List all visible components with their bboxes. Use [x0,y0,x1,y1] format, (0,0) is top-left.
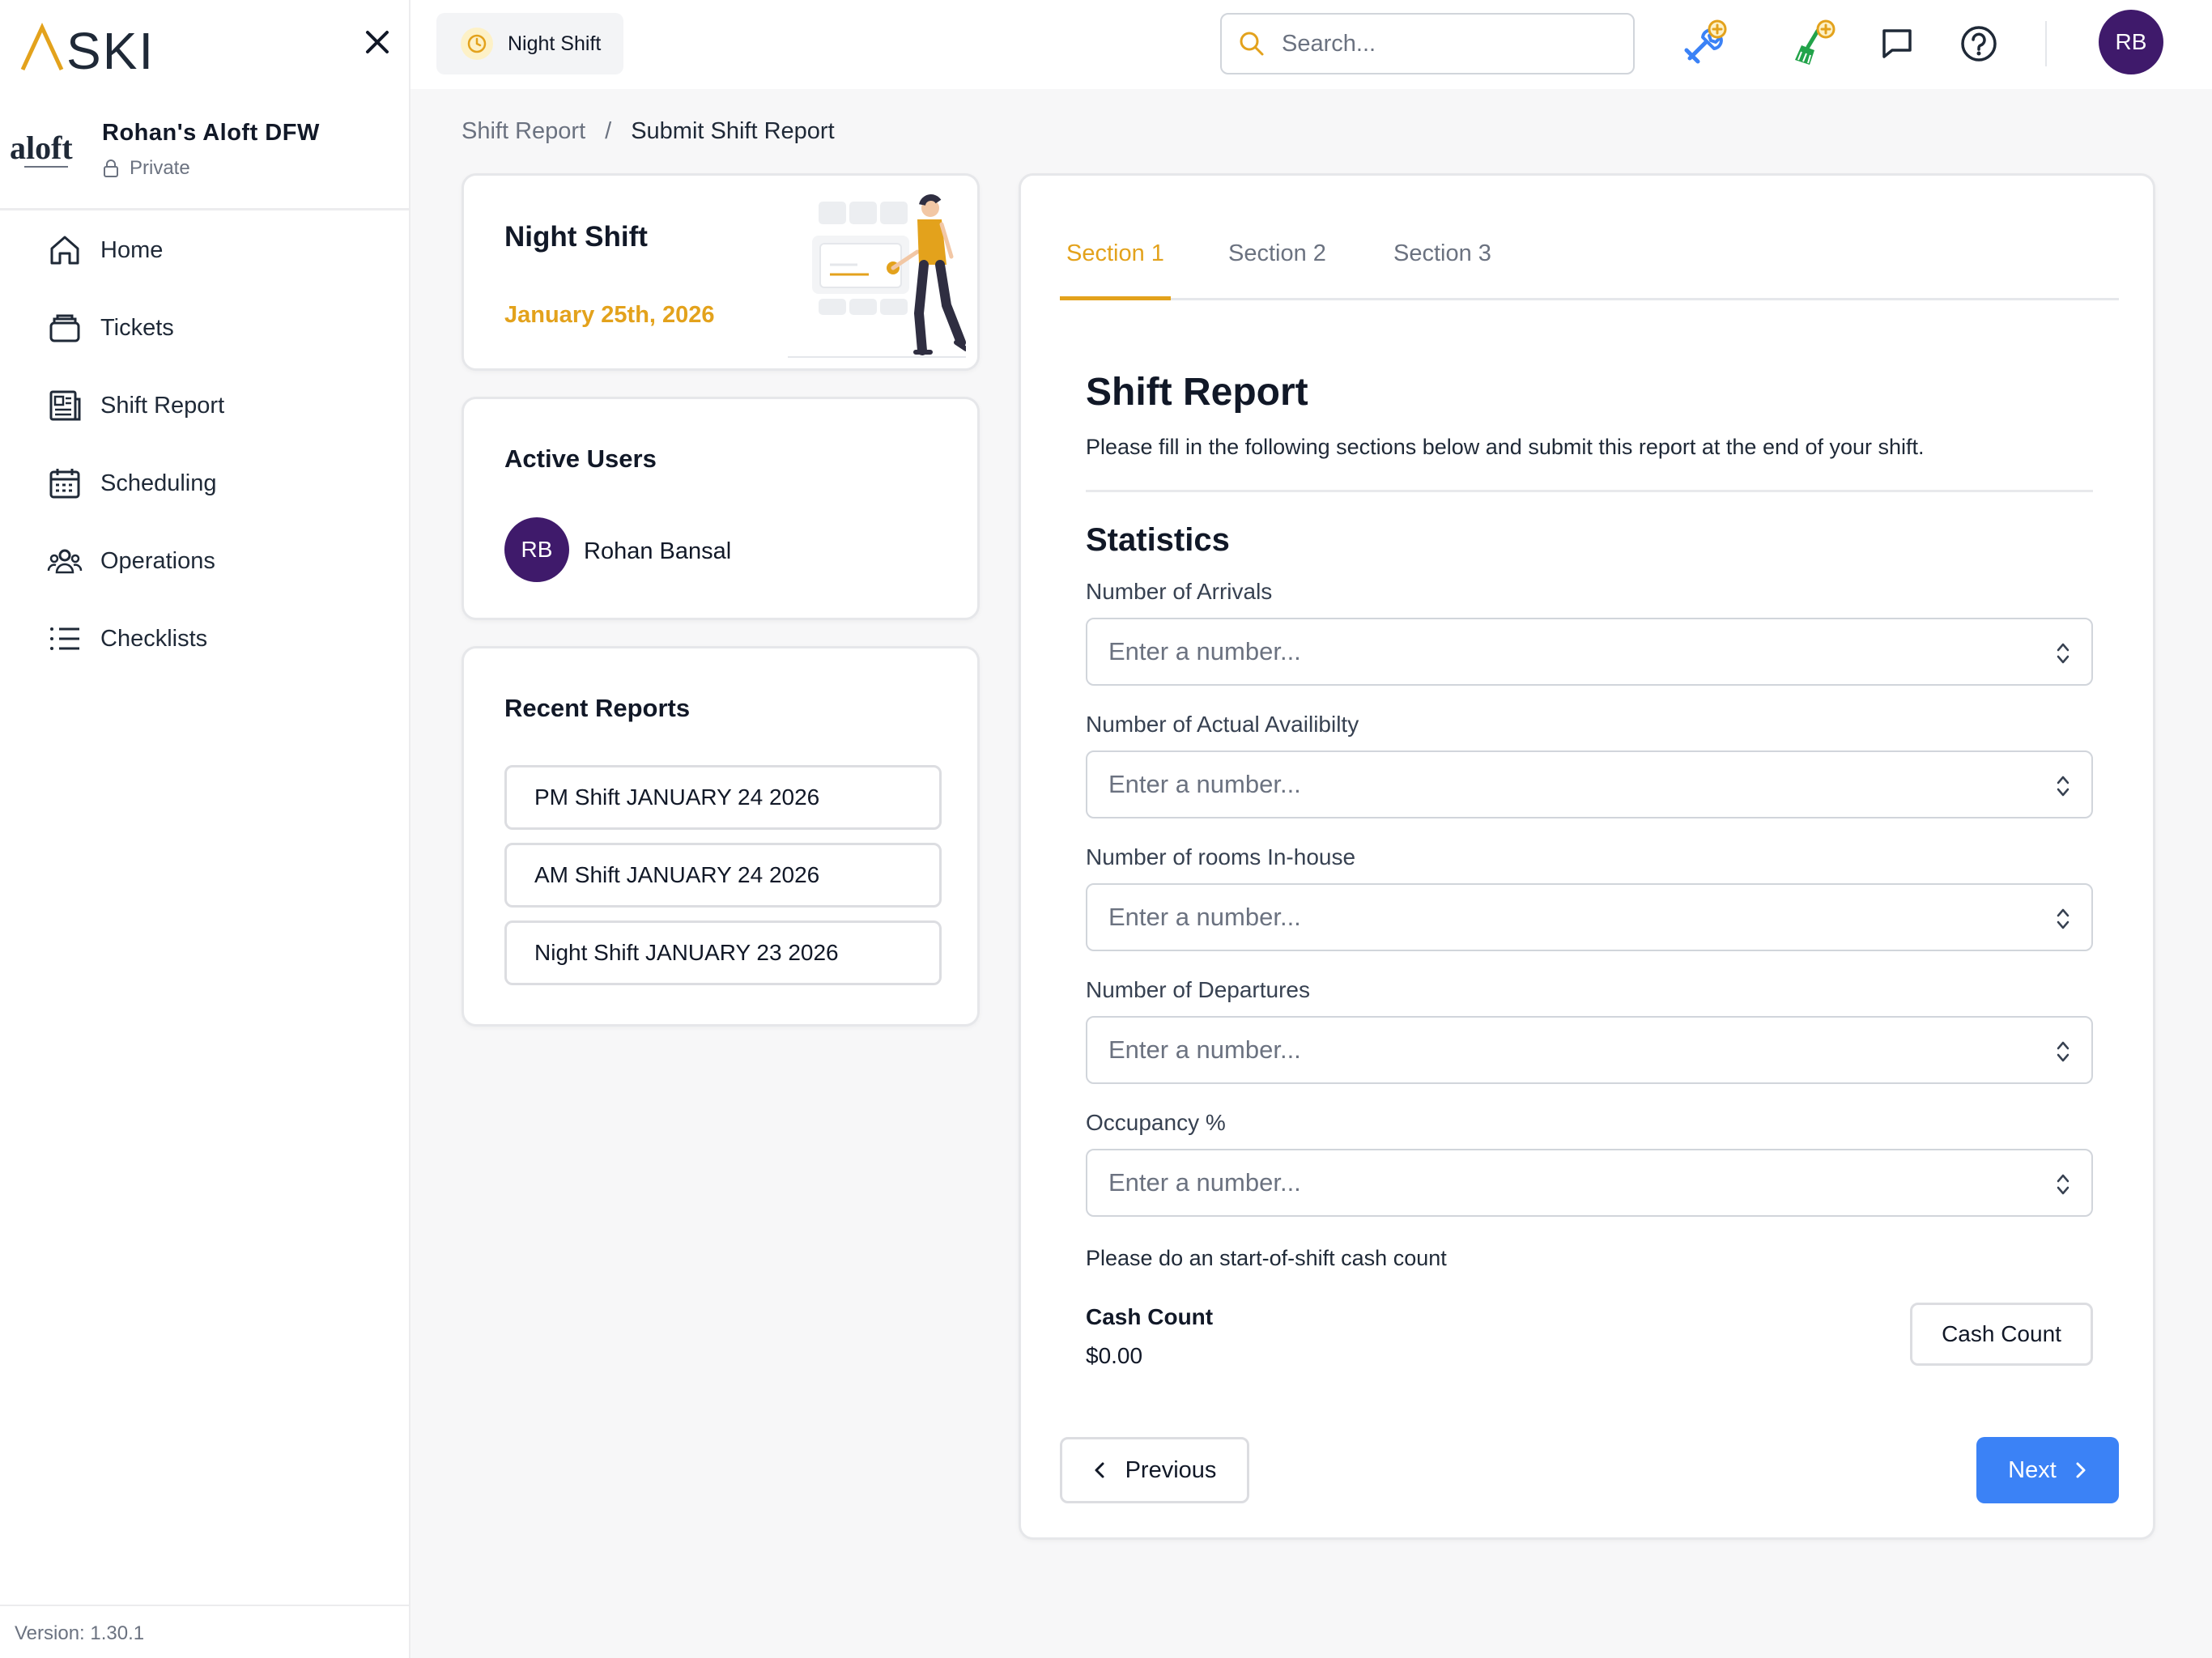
active-users-title: Active Users [504,444,657,473]
arrivals-input[interactable] [1108,637,2031,666]
user-avatar-menu[interactable]: RB [2099,10,2163,74]
new-maintenance-ticket-button[interactable] [1678,18,1730,70]
number-stepper-icon[interactable] [2056,773,2070,799]
active-user-name: Rohan Bansal [584,538,732,564]
section-tabs: Section 1 Section 2 Section 3 [1060,231,2119,300]
divider [1086,490,2093,492]
cash-count-note: Please do an start-of-shift cash count [1086,1246,1447,1270]
actual-availability-field[interactable] [1086,750,2093,818]
sidebar-item-checklists[interactable]: Checklists [23,607,389,670]
top-bar-divider [2045,21,2047,66]
form-title: Shift Report [1086,371,1308,414]
broom-plus-icon [1795,19,1836,65]
sidebar: SKI aloft Rohan's Aloft DFW Private Home [0,0,410,1658]
sidebar-item-scheduling[interactable]: Scheduling [23,452,389,515]
cash-count-button[interactable]: Cash Count [1910,1303,2093,1366]
organization-name: Rohan's Aloft DFW [102,120,320,146]
sidebar-item-tickets[interactable]: Tickets [23,296,389,359]
organization-header[interactable]: aloft [0,91,410,210]
arrivals-label: Number of Arrivals [1086,579,1273,604]
calendar-icon [49,469,80,499]
svg-text:SKI: SKI [66,23,149,73]
occupancy-label: Occupancy % [1086,1110,1226,1135]
shift-info-card: Night Shift January 25th, 2026 [462,173,980,371]
cash-count-value: $0.00 [1086,1343,1143,1368]
actual-availability-label: Number of Actual Availibilty [1086,712,1359,737]
tab-section-3[interactable]: Section 3 [1393,231,1491,300]
logo-row: SKI [0,0,410,91]
shift-report-form: Section 1 Section 2 Section 3 Shift Repo… [1019,173,2155,1540]
shift-title: Night Shift [504,221,648,253]
help-button[interactable] [1953,18,2005,70]
breadcrumb-parent-link[interactable]: Shift Report [462,118,585,145]
chevron-right-icon [2076,1462,2086,1478]
aloft-logo: aloft [10,130,91,177]
departures-field[interactable] [1086,1016,2093,1084]
list-icon [50,627,79,650]
breadcrumb-current: Submit Shift Report [631,118,835,144]
arrivals-field[interactable] [1086,618,2093,686]
number-stepper-icon[interactable] [2056,906,2070,932]
chat-icon [1882,29,1912,58]
messages-button[interactable] [1871,18,1923,70]
app-version: Version: 1.30.1 [0,1605,410,1658]
clock-icon [461,28,493,60]
section-title: Statistics [1086,522,1230,558]
svg-text:aloft: aloft [10,131,73,166]
close-icon [366,31,389,53]
number-stepper-icon[interactable] [2056,1171,2070,1197]
chevron-left-icon [1095,1462,1104,1478]
number-stepper-icon[interactable] [2056,640,2070,666]
wrench-plus-icon [1684,19,1727,64]
active-users-card: Active Users RB Rohan Bansal [462,397,980,620]
number-stepper-icon[interactable] [2056,1039,2070,1065]
breadcrumb-separator: / [605,118,612,144]
recent-report-item[interactable]: Night Shift JANUARY 23 2026 [504,920,942,985]
search-box[interactable] [1220,13,1635,74]
occupancy-input[interactable] [1108,1168,2031,1197]
shift-illustration [780,184,968,368]
current-shift-chip[interactable]: Night Shift [436,13,624,74]
lock-icon [104,159,118,177]
recent-reports-card: Recent Reports PM Shift JANUARY 24 2026 … [462,646,980,1027]
departures-label: Number of Departures [1086,977,1311,1002]
cash-count-label: Cash Count [1086,1304,1214,1329]
sidebar-item-operations[interactable]: Operations [23,529,389,593]
sidebar-item-shift-report[interactable]: Shift Report [23,374,389,437]
sidebar-item-home[interactable]: Home [23,219,389,282]
actual-availability-input[interactable] [1108,770,2031,799]
home-icon [50,236,79,265]
breadcrumb: Shift Report / Submit Shift Report [462,118,835,145]
search-icon [1240,32,1264,56]
new-housekeeping-ticket-button[interactable] [1787,18,1839,70]
form-description: Please fill in the following sections be… [1086,435,1925,459]
recent-report-item[interactable]: PM Shift JANUARY 24 2026 [504,765,942,830]
rooms-in-house-input[interactable] [1108,903,2031,932]
top-bar: Night Shift RB [410,0,2212,89]
report-icon [49,390,81,421]
previous-button[interactable]: Previous [1060,1437,1249,1503]
tab-section-2[interactable]: Section 2 [1228,231,1326,300]
search-input[interactable] [1282,30,1622,57]
next-button[interactable]: Next [1976,1437,2119,1503]
help-icon [1961,26,1997,62]
recent-reports-title: Recent Reports [504,694,691,722]
occupancy-field[interactable] [1086,1149,2093,1217]
rooms-in-house-field[interactable] [1086,883,2093,951]
tickets-icon [49,314,80,342]
departures-input[interactable] [1108,1035,2031,1065]
rooms-in-house-label: Number of rooms In-house [1086,844,1356,869]
tab-section-1[interactable]: Section 1 [1060,231,1171,300]
shift-date: January 25th, 2026 [504,302,715,328]
avatar: RB [504,517,569,582]
organization-visibility: Private [102,157,190,180]
people-icon [47,549,83,574]
recent-report-item[interactable]: AM Shift JANUARY 24 2026 [504,843,942,908]
close-sidebar-button[interactable] [359,24,395,60]
aski-logo: SKI [19,22,153,80]
